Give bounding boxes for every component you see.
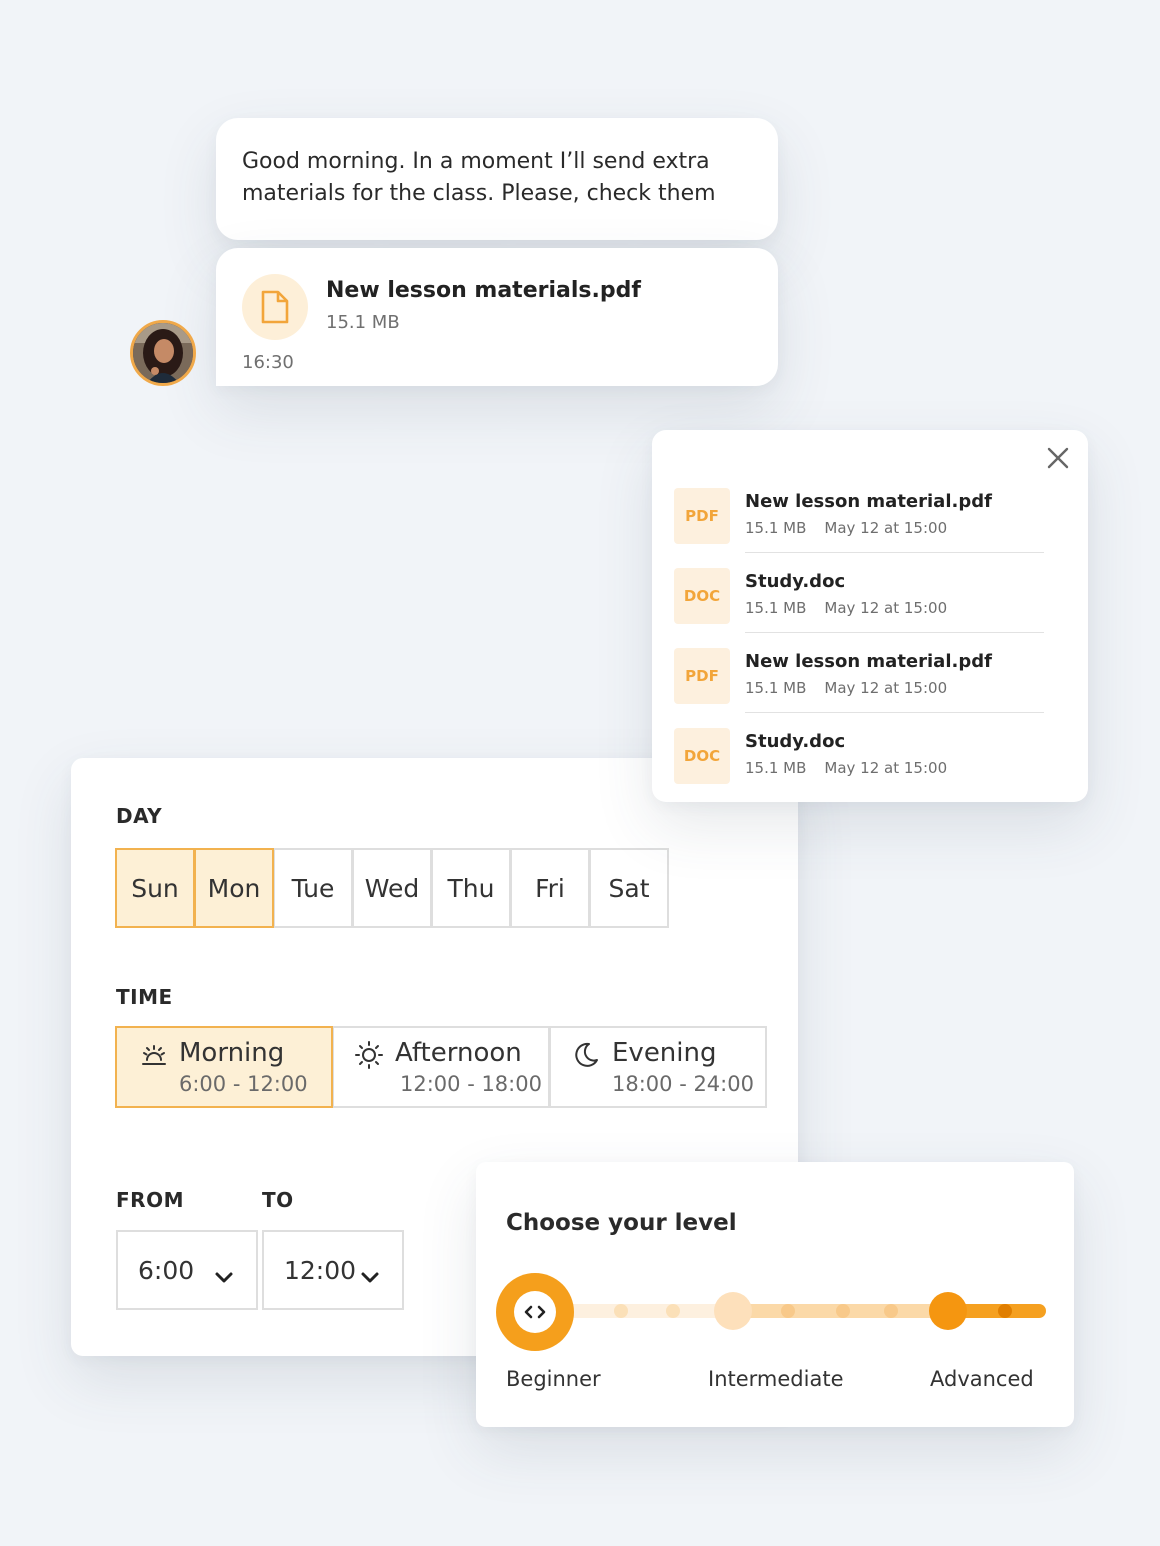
- file-name: Study.doc: [745, 731, 846, 752]
- file-size: 15.1 MB: [745, 679, 807, 697]
- to-label: TO: [262, 1188, 294, 1212]
- chat-message-text: Good morning. In a moment I’ll send extr…: [242, 149, 716, 206]
- from-select[interactable]: 6:00: [116, 1230, 258, 1310]
- file-row[interactable]: PDF New lesson material.pdf 15.1 MB May 1…: [674, 473, 1044, 553]
- track-dot: [884, 1304, 898, 1318]
- slider-handle[interactable]: [496, 1273, 574, 1351]
- time-label: TIME: [116, 985, 173, 1009]
- from-label: FROM: [116, 1188, 184, 1212]
- file-date: May 12 at 15:00: [824, 599, 948, 617]
- to-value: 12:00: [284, 1255, 357, 1285]
- slot-range: 18:00 - 24:00: [612, 1072, 754, 1096]
- file-meta: 15.1 MB May 12 at 15:00: [745, 599, 947, 617]
- chat-message-bubble: Good morning. In a moment I’ll send extr…: [216, 118, 778, 240]
- time-selector: Morning 6:00 - 12:00 Afternoon 12:00 - 1…: [115, 1026, 767, 1108]
- slot-range: 12:00 - 18:00: [400, 1072, 542, 1096]
- day-sun[interactable]: Sun: [115, 848, 195, 928]
- track-dot: [666, 1304, 680, 1318]
- pdf-icon: PDF: [674, 648, 730, 704]
- file-row[interactable]: DOC Study.doc 15.1 MB May 12 at 15:00: [674, 553, 1044, 633]
- day-mon[interactable]: Mon: [194, 848, 274, 928]
- pdf-icon: PDF: [674, 488, 730, 544]
- chat-attachment-bubble[interactable]: New lesson materials.pdf 15.1 MB 16:30: [216, 248, 778, 386]
- slot-name: Evening: [612, 1038, 717, 1068]
- sunrise-icon: [139, 1040, 169, 1070]
- chevron-down-icon: [360, 1262, 380, 1283]
- day-label: DAY: [116, 804, 163, 828]
- doc-icon: DOC: [674, 568, 730, 624]
- level-stop-intermediate[interactable]: [714, 1292, 752, 1330]
- day-fri[interactable]: Fri: [510, 848, 590, 928]
- track-dot: [614, 1304, 628, 1318]
- file-size: 15.1 MB: [745, 759, 807, 777]
- track-dot: [998, 1304, 1012, 1318]
- message-time: 16:30: [242, 352, 294, 373]
- file-date: May 12 at 15:00: [824, 759, 948, 777]
- file-name: New lesson material.pdf: [745, 491, 992, 512]
- chevron-down-icon: [214, 1262, 234, 1283]
- file-meta: 15.1 MB May 12 at 15:00: [745, 519, 947, 537]
- file-size: 15.1 MB: [745, 519, 807, 537]
- drag-arrows-icon: [514, 1291, 556, 1333]
- file-meta: 15.1 MB May 12 at 15:00: [745, 759, 947, 777]
- file-date: May 12 at 15:00: [824, 679, 948, 697]
- file-size: 15.1 MB: [745, 599, 807, 617]
- track-dot: [836, 1304, 850, 1318]
- close-icon[interactable]: [1044, 444, 1072, 472]
- slot-name: Afternoon: [395, 1038, 522, 1068]
- slot-range: 6:00 - 12:00: [179, 1072, 308, 1096]
- avatar: [130, 320, 196, 386]
- to-select[interactable]: 12:00: [262, 1230, 404, 1310]
- slot-evening[interactable]: Evening 18:00 - 24:00: [549, 1026, 767, 1108]
- moon-icon: [571, 1040, 601, 1070]
- doc-icon: DOC: [674, 728, 730, 784]
- file-row[interactable]: PDF New lesson material.pdf 15.1 MB May 1…: [674, 633, 1044, 713]
- file-name: Study.doc: [745, 571, 846, 592]
- attachment-name[interactable]: New lesson materials.pdf: [326, 278, 641, 303]
- attachment-size: 15.1 MB: [326, 312, 400, 333]
- from-value: 6:00: [138, 1255, 195, 1285]
- level-label-intermediate[interactable]: Intermediate: [708, 1367, 844, 1391]
- slot-morning[interactable]: Morning 6:00 - 12:00: [115, 1026, 333, 1108]
- file-name: New lesson material.pdf: [745, 651, 992, 672]
- day-selector: Sun Mon Tue Wed Thu Fri Sat: [115, 848, 669, 928]
- file-date: May 12 at 15:00: [824, 519, 948, 537]
- level-label-beginner[interactable]: Beginner: [506, 1367, 601, 1391]
- level-stop-advanced[interactable]: [929, 1292, 967, 1330]
- level-label-advanced[interactable]: Advanced: [930, 1367, 1034, 1391]
- slot-afternoon[interactable]: Afternoon 12:00 - 18:00: [332, 1026, 550, 1108]
- files-panel: PDF New lesson material.pdf 15.1 MB May 1…: [652, 430, 1088, 802]
- level-panel: Choose your level Beginner Intermediate …: [476, 1162, 1074, 1427]
- file-icon: [242, 274, 308, 340]
- day-wed[interactable]: Wed: [352, 848, 432, 928]
- slot-name: Morning: [179, 1038, 285, 1068]
- day-tue[interactable]: Tue: [273, 848, 353, 928]
- file-meta: 15.1 MB May 12 at 15:00: [745, 679, 947, 697]
- day-sat[interactable]: Sat: [589, 848, 669, 928]
- track-dot: [781, 1304, 795, 1318]
- level-title: Choose your level: [506, 1210, 737, 1236]
- sun-icon: [354, 1040, 384, 1070]
- day-thu[interactable]: Thu: [431, 848, 511, 928]
- file-row[interactable]: DOC Study.doc 15.1 MB May 12 at 15:00: [674, 713, 1044, 793]
